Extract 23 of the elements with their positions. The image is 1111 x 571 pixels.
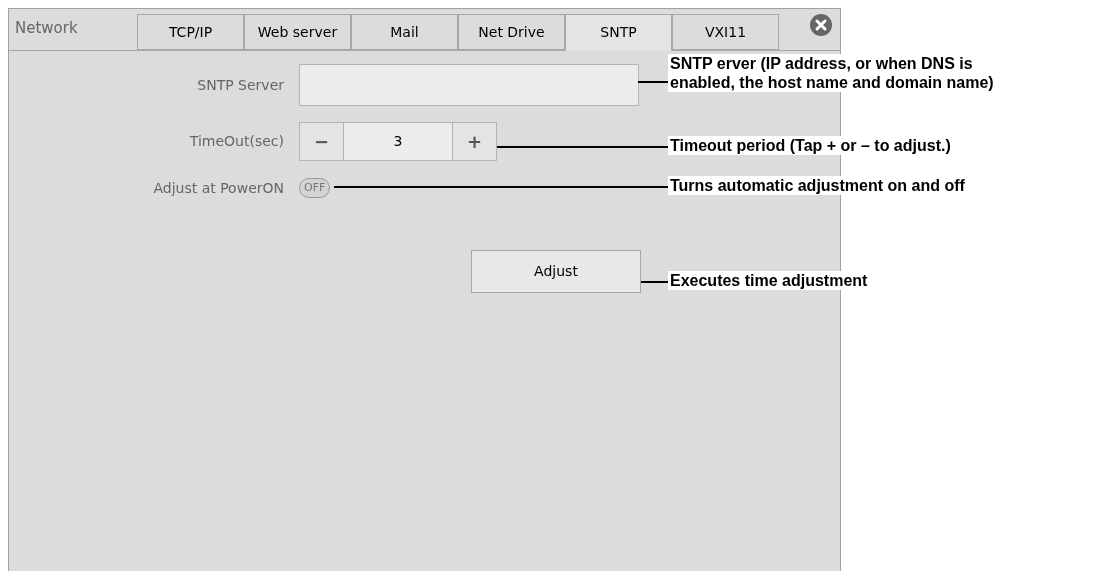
decrement-button[interactable]: − xyxy=(300,123,343,160)
callout-text: SNTP erver (IP address, or when DNS is xyxy=(670,54,974,73)
close-icon[interactable] xyxy=(810,14,832,36)
panel-title: Network xyxy=(14,18,79,39)
field-label: TimeOut(sec) xyxy=(188,132,285,151)
callout-text: enabled, the host name and domain name) xyxy=(670,73,994,92)
field-label: Adjust at PowerON xyxy=(152,178,285,198)
tab[interactable]: SNTP xyxy=(565,14,672,51)
tab[interactable]: Net Drive xyxy=(458,14,565,50)
tab[interactable]: Web server xyxy=(244,14,351,50)
tab[interactable]: Mail xyxy=(351,14,458,50)
callout-text: Timeout period (Tap + or – to adjust.) xyxy=(670,136,951,155)
leader-line xyxy=(638,81,668,83)
adjust-button[interactable]: Adjust xyxy=(471,250,641,293)
timeout-value[interactable]: 3 xyxy=(343,123,453,160)
increment-button[interactable]: + xyxy=(453,123,496,160)
leader-line xyxy=(641,281,668,283)
sntp-server-field[interactable] xyxy=(299,64,639,106)
tab[interactable]: TCP/IP xyxy=(137,14,244,50)
field-label: SNTP Server xyxy=(196,75,285,95)
callout-text: Turns automatic adjustment on and off xyxy=(670,176,965,195)
tab[interactable]: VXI11 xyxy=(672,14,779,50)
callout-text: Executes time adjustment xyxy=(670,271,868,290)
